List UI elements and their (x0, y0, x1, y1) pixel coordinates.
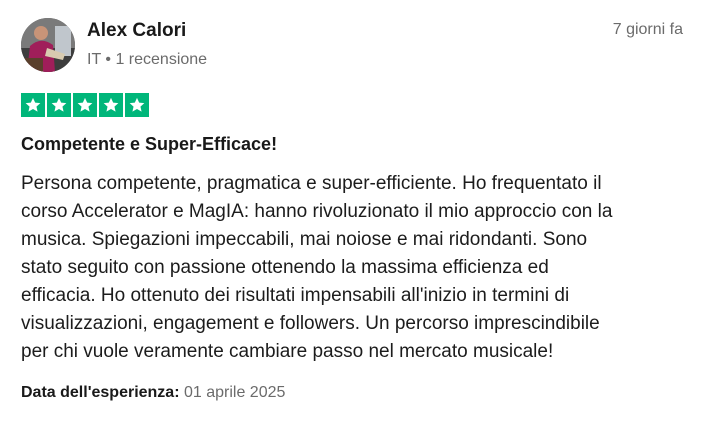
reviewer-review-count[interactable]: 1 recensione (115, 51, 207, 68)
review-body: Persona competente, pragmatica e super-e… (21, 170, 691, 366)
avatar[interactable] (21, 18, 75, 72)
reviewer-country: IT (87, 51, 101, 68)
review-date: 7 giorni fa (612, 21, 683, 38)
review-body-line: efficacia. Ho ottenuto dei risultati imp… (21, 285, 570, 306)
avatar-photo (21, 18, 75, 72)
review-body-line: stato seguito con passione ottenendo la … (21, 257, 549, 278)
review-title[interactable]: Competente e Super-Efficace! (21, 134, 277, 155)
star-icon (125, 93, 149, 117)
experience-date-row: Data dell'esperienza: 01 aprile 2025 (21, 384, 285, 402)
star-icon (21, 93, 45, 117)
review-body-line: Persona competente, pragmatica e super-e… (21, 173, 602, 194)
star-icon (73, 93, 97, 117)
review-body-line: per chi vuole veramente cambiare passo n… (21, 341, 554, 362)
reviewer-meta: IT • 1 recensione (87, 51, 207, 69)
review-card: Alex Calori IT • 1 recensione 7 giorni f… (0, 0, 713, 422)
experience-date: 01 aprile 2025 (183, 384, 286, 401)
review-body-line: visualizzazioni, engagement e followers.… (21, 313, 600, 334)
review-body-line: corso Accelerator e MagIA: hanno rivoluz… (21, 201, 613, 222)
reviewer-name[interactable]: Alex Calori (87, 20, 186, 42)
star-icon (99, 93, 123, 117)
meta-separator: • (105, 51, 111, 68)
star-icon (47, 93, 71, 117)
review-body-line: musica. Spiegazioni impeccabili, mai noi… (21, 229, 588, 250)
experience-label: Data dell'esperienza: (21, 384, 180, 401)
star-rating (21, 93, 149, 117)
